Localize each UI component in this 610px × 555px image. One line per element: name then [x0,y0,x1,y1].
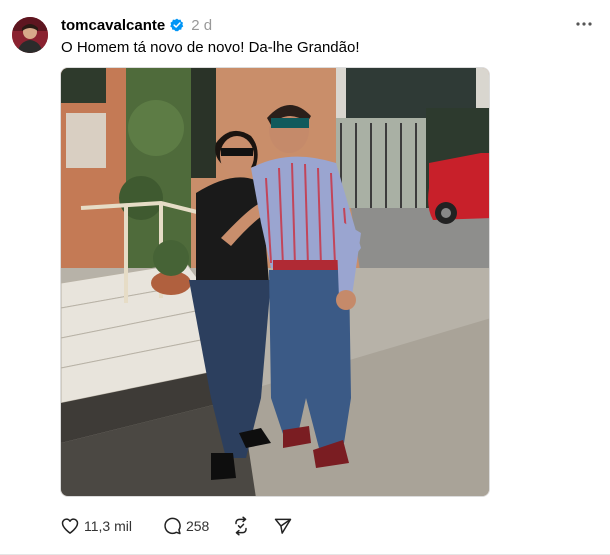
comment-bubble-icon [162,516,182,536]
photo-image [61,68,489,496]
more-options-icon[interactable] [572,12,596,36]
username[interactable]: tomcavalcante [61,17,165,34]
heart-icon [60,516,80,536]
post-actions: 11,3 mil 258 [60,514,293,538]
repost-icon [231,516,251,536]
post-caption: O Homem tá novo de novo! Da-lhe Grandão! [61,39,360,56]
threads-post: tomcavalcante 2 d O Homem tá novo de nov… [0,0,610,555]
avatar[interactable] [12,17,48,53]
reply-button[interactable]: 258 [162,516,209,536]
post-header: tomcavalcante 2 d [61,14,212,36]
like-button[interactable]: 11,3 mil [60,516,132,536]
post-photo[interactable] [60,67,490,497]
repost-button[interactable] [231,516,251,536]
avatar-image [12,17,48,53]
verified-badge-icon [170,18,184,32]
like-count: 11,3 mil [84,518,132,534]
reply-count: 258 [185,518,210,534]
send-icon [273,516,293,536]
share-button[interactable] [273,516,293,536]
timestamp[interactable]: 2 d [191,17,212,34]
